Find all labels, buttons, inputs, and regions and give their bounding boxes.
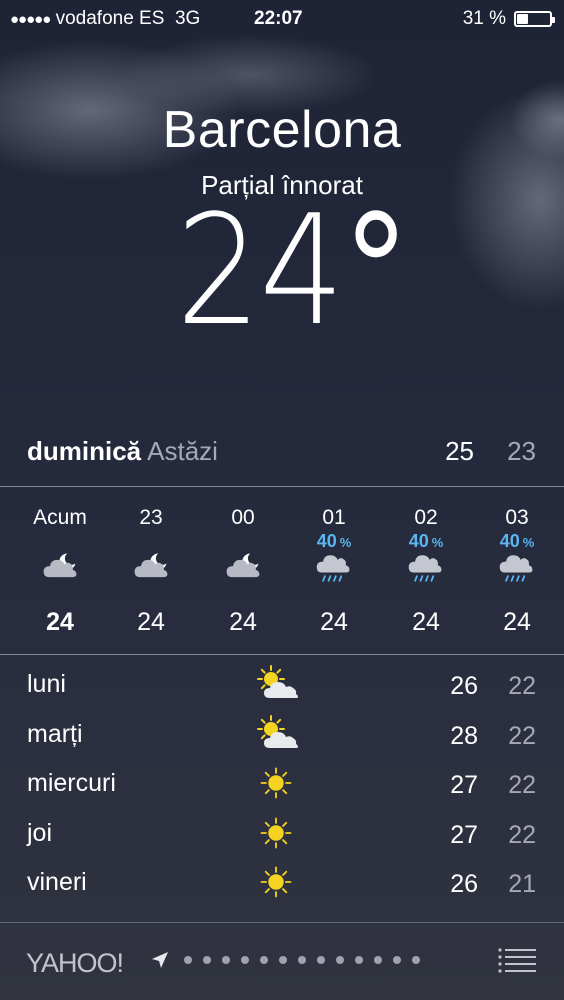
day-high: 26: [450, 870, 478, 898]
rain-icon: [406, 548, 446, 588]
page-dot[interactable]: [317, 956, 325, 964]
rain-icon: [314, 548, 354, 588]
page-dot[interactable]: [374, 956, 382, 964]
battery-level: [517, 14, 528, 24]
partly-cloudy-night-icon: [223, 548, 263, 588]
page-indicator[interactable]: [150, 950, 431, 970]
partly-cloudy-night-icon: [40, 548, 80, 588]
list-icon[interactable]: [498, 948, 536, 974]
partly-sunny-icon: [256, 664, 300, 704]
hour-label: 02: [414, 506, 438, 529]
hour-label: 23: [139, 506, 163, 529]
day-low: 22: [508, 820, 536, 849]
day-name: vineri: [27, 868, 87, 896]
status-time: 22:07: [254, 8, 303, 29]
hour-temp: 24: [503, 608, 531, 636]
day-high: 27: [450, 820, 478, 849]
divider: [0, 486, 564, 487]
hourly-forecast[interactable]: Acum 24 23 24 00 24 01 40% 24 02 40% 24 03 40% 24: [0, 488, 564, 654]
page-dot[interactable]: [279, 956, 287, 964]
page-dot[interactable]: [203, 956, 211, 964]
temperature-value: 24: [176, 182, 344, 359]
daily-row: joi 27 22: [0, 809, 564, 853]
hour-temp: 24: [412, 608, 440, 636]
page-dot[interactable]: [355, 956, 363, 964]
today-day: duminică: [27, 436, 142, 466]
divider: [0, 922, 564, 923]
page-dot[interactable]: [336, 956, 344, 964]
hour-label: 01: [322, 506, 346, 529]
sun-icon: [256, 813, 300, 853]
hour-label: 00: [231, 506, 255, 529]
page-dot[interactable]: [412, 956, 420, 964]
today-high: 25: [445, 436, 474, 466]
yahoo-logo[interactable]: YAHOO!: [26, 948, 124, 979]
daily-row: miercuri 27 22: [0, 759, 564, 803]
hour-temp: 24: [229, 608, 257, 636]
network-type: 3G: [174, 8, 201, 29]
page-dot[interactable]: [222, 956, 230, 964]
daily-row: luni 26 22: [0, 660, 564, 704]
location-arrow-icon: [152, 952, 168, 968]
today-label: Astăzi: [147, 436, 218, 466]
day-high: 26: [450, 672, 478, 700]
footer-bar: YAHOO!: [0, 924, 564, 1000]
status-bar: ●●●●● vodafone ES 3G 22:07 31 %: [0, 0, 564, 38]
carrier-name: vodafone ES: [55, 8, 165, 29]
page-dot[interactable]: [298, 956, 306, 964]
page-dot[interactable]: [241, 956, 249, 964]
day-low: 21: [508, 870, 536, 898]
battery-icon: [514, 11, 555, 27]
day-name: luni: [27, 670, 66, 698]
city-name: Barcelona: [162, 101, 402, 159]
rain-icon: [497, 548, 537, 588]
sun-icon: [256, 763, 300, 803]
page-dot[interactable]: [184, 956, 192, 964]
carrier-info: ●●●●● vodafone ES 3G: [10, 8, 200, 30]
today-summary: duminică Astăzi 25 23: [27, 436, 536, 472]
hour-label: 03: [505, 506, 529, 529]
day-name: joi: [27, 818, 53, 847]
battery-status: 31 %: [462, 8, 555, 30]
page-dot[interactable]: [260, 956, 268, 964]
page-dot[interactable]: [393, 956, 401, 964]
today-low: 23: [507, 436, 536, 466]
hour-temp: 24: [320, 608, 348, 636]
day-name: marți: [27, 719, 83, 748]
day-high: 28: [450, 721, 478, 750]
partly-sunny-icon: [256, 714, 300, 754]
divider: [0, 654, 564, 655]
day-low: 22: [508, 771, 536, 799]
day-high: 27: [450, 771, 478, 799]
signal-strength-icon: ●●●●●: [10, 11, 51, 28]
day-low: 22: [508, 721, 536, 750]
day-name: miercuri: [27, 769, 116, 797]
day-low: 22: [508, 672, 536, 700]
current-temperature: 24°: [176, 195, 410, 347]
daily-row: vineri 26 21: [0, 858, 564, 902]
partly-cloudy-night-icon: [131, 548, 171, 588]
degree-symbol: °: [342, 182, 410, 359]
sun-icon: [256, 862, 300, 902]
hour-temp: 24: [46, 608, 74, 636]
battery-percent: 31 %: [462, 8, 506, 29]
daily-row: marți 28 22: [0, 710, 564, 754]
hour-temp: 24: [137, 608, 165, 636]
hour-label: Acum: [33, 506, 87, 529]
